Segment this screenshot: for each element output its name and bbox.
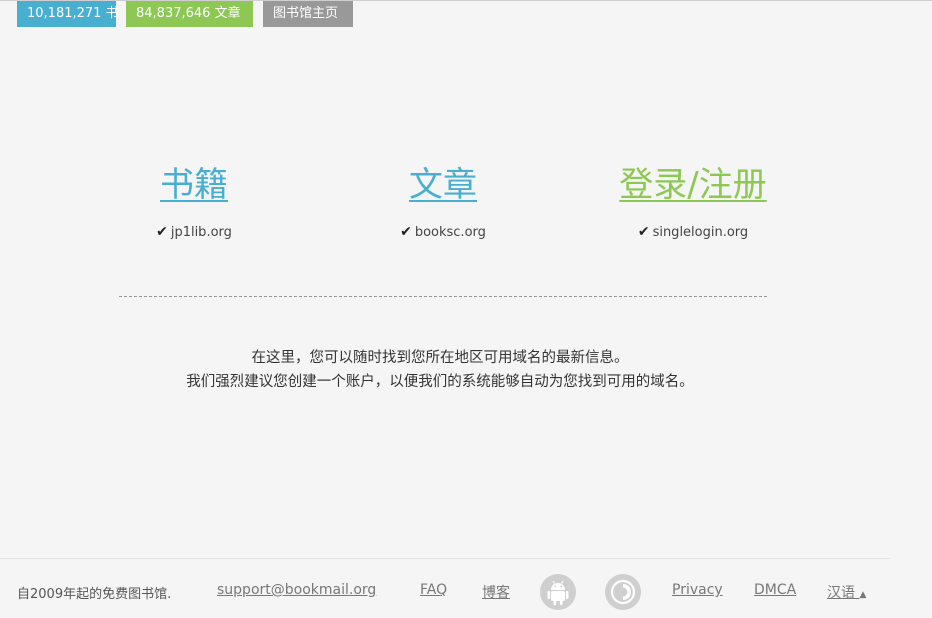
books-section: 书籍 ✔ jp1lib.org: [69, 162, 319, 240]
library-home-button[interactable]: 图书馆主页: [263, 1, 353, 27]
checkmark-icon: ✔: [156, 224, 168, 240]
articles-domain: ✔ booksc.org: [318, 224, 568, 240]
language-label: 汉语: [827, 585, 855, 601]
footer-divider: [0, 558, 890, 559]
checkmark-icon: ✔: [637, 224, 650, 240]
caret-up-icon: ▲: [859, 590, 867, 600]
articles-link[interactable]: 文章: [409, 162, 477, 208]
footer-tagline: 自2009年起的免费图书馆.: [17, 587, 172, 602]
faq-link[interactable]: FAQ: [420, 582, 447, 598]
books-count-badge[interactable]: 10,181,271 书: [17, 1, 119, 27]
dmca-link[interactable]: DMCA: [754, 582, 796, 598]
login-domain-text: singlelogin.org: [652, 225, 749, 240]
articles-count-badge[interactable]: 84,837,646 文章: [126, 1, 253, 27]
articles-section: 文章 ✔ booksc.org: [318, 162, 568, 240]
login-register-link[interactable]: 登录/注册: [619, 162, 766, 208]
articles-domain-text: booksc.org: [414, 225, 486, 240]
checkmark-icon: ✔: [400, 224, 412, 240]
language-selector[interactable]: 汉语 ▲: [827, 582, 866, 602]
books-domain: ✔ jp1lib.org: [69, 224, 319, 240]
tor-icon[interactable]: [605, 574, 641, 610]
android-icon[interactable]: [540, 574, 576, 610]
info-line-1: 在这里，您可以随时找到您所在地区可用域名的最新信息。: [251, 350, 629, 366]
books-link[interactable]: 书籍: [160, 162, 228, 208]
privacy-link[interactable]: Privacy: [672, 582, 723, 598]
login-section: 登录/注册 ✔ singlelogin.org: [568, 162, 818, 240]
blog-link[interactable]: 博客: [482, 582, 510, 602]
dashed-divider: [119, 296, 767, 297]
login-domain: ✔ singlelogin.org: [568, 224, 818, 240]
books-domain-text: jp1lib.org: [170, 225, 232, 240]
info-line-2: 我们强烈建议您创建一个账户，以便我们的系统能够自动为您找到可用的域名。: [186, 374, 694, 390]
info-text: 在这里，您可以随时找到您所在地区可用域名的最新信息。 我们强烈建议您创建一个账户…: [0, 346, 880, 394]
support-email-link[interactable]: support@bookmail.org: [217, 582, 376, 598]
